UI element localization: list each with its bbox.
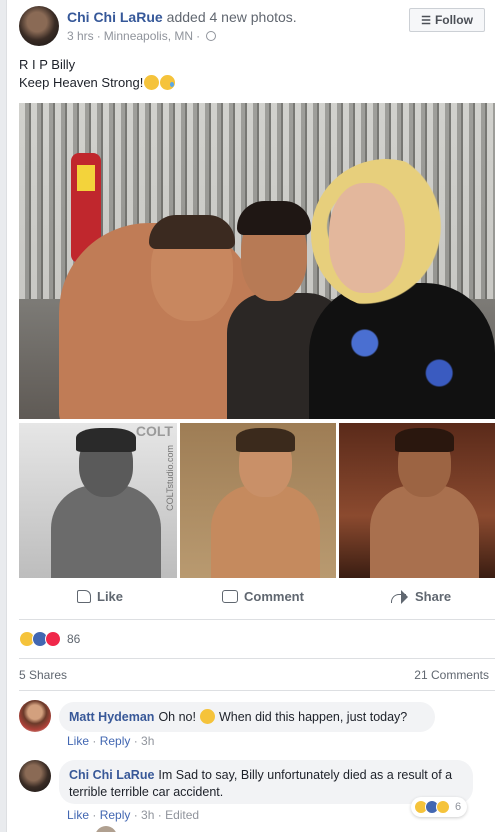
photo-person-middle-hair <box>237 201 311 235</box>
divider <box>19 690 495 691</box>
post-meta: 3 hrs · Minneapolis, MN · <box>67 29 217 43</box>
commenter-name[interactable]: Matt Hydeman <box>69 710 154 724</box>
comment-text: Oh no! <box>158 710 196 724</box>
like-button[interactable]: Like <box>77 589 123 604</box>
follow-label: Follow <box>434 13 473 27</box>
post-photo-thumb-3[interactable] <box>339 423 495 578</box>
photo-watermark: COLT <box>135 423 173 439</box>
comment-reply-link[interactable]: Reply <box>100 808 131 822</box>
share-arrow-icon <box>391 589 409 604</box>
thumb-figure-body <box>370 485 480 578</box>
reaction-count: 86 <box>67 632 81 646</box>
thumbs-up-icon <box>77 590 91 603</box>
comment-time[interactable]: 3h <box>141 734 154 748</box>
post-actions-bar: Like Comment Share <box>19 585 489 613</box>
share-label: Share <box>415 589 452 604</box>
comment-time[interactable]: 3h <box>141 808 154 822</box>
comment-bubble: Chi Chi LaRue Im Sad to say, Billy unfort… <box>59 760 473 804</box>
post-text: R I P Billy Keep Heaven Strong! <box>19 56 176 92</box>
post-photo-thumb-2[interactable] <box>180 423 336 578</box>
post-text-line2: Keep Heaven Strong! <box>19 75 144 90</box>
photo-person-right-head <box>329 183 405 293</box>
comment-text-continued: When did this happen, just today? <box>218 710 408 724</box>
photo-extinguisher-tag <box>77 165 95 191</box>
post-text-line1: R I P Billy <box>19 57 76 72</box>
photo-person-left-hair <box>149 215 235 249</box>
thumb-figure-body <box>50 485 162 578</box>
divider <box>19 619 495 620</box>
thumb-figure-hair <box>75 427 136 453</box>
post-text-line2-row: Keep Heaven Strong! <box>19 74 176 92</box>
meta-separator: · <box>96 29 101 43</box>
shares-count[interactable]: 5 Shares <box>19 668 67 682</box>
comment-meta: Like · Reply · 3h · Edited <box>67 808 200 822</box>
globe-icon[interactable] <box>206 31 217 41</box>
commenter-avatar[interactable] <box>19 700 51 732</box>
commenter-avatar[interactable] <box>95 826 117 832</box>
share-button[interactable]: Share <box>391 589 451 604</box>
commenter-name[interactable]: Chi Chi LaRue <box>69 768 154 782</box>
post-location[interactable]: Minneapolis, MN <box>104 29 193 43</box>
divider <box>19 658 495 659</box>
comment-bubble: Matt Hydeman Oh no! When did this happen,… <box>59 702 435 732</box>
comment-label: Comment <box>244 589 304 604</box>
commenter-avatar[interactable] <box>19 760 51 792</box>
post-card: Chi Chi LaRue added 4 new photos. 3 hrs · M… <box>6 0 495 832</box>
post-photo-thumb-1[interactable]: COLT COLTstudio.com <box>19 423 177 578</box>
comment-like-link[interactable]: Like <box>67 808 89 822</box>
comment-like-link[interactable]: Like <box>67 734 89 748</box>
photo-watermark-url: COLTstudio.com <box>165 445 175 511</box>
follow-button[interactable]: ☰ Follow <box>409 8 485 32</box>
post-time[interactable]: 3 hrs <box>67 29 94 43</box>
reactions-summary[interactable]: 86 <box>19 630 80 648</box>
comment-reaction-count: 6 <box>455 801 462 813</box>
love-icon <box>45 631 61 647</box>
wow-icon <box>436 800 450 814</box>
comment-button[interactable]: Comment <box>222 589 304 604</box>
relieved-face-emoji-icon <box>200 709 216 724</box>
rss-icon: ☰ <box>421 14 431 27</box>
comment-reply-link[interactable]: Reply <box>100 734 131 748</box>
like-label: Like <box>97 589 124 604</box>
author-name-link[interactable]: Chi Chi LaRue <box>67 9 163 25</box>
thumb-figure-hair <box>395 427 455 453</box>
thumb-figure-body <box>211 485 321 578</box>
post-action-text: added 4 new photos. <box>166 9 297 25</box>
post-header: Chi Chi LaRue added 4 new photos. 3 hrs · M… <box>19 6 489 50</box>
author-avatar[interactable] <box>19 6 59 46</box>
post-author-line: Chi Chi LaRue added 4 new photos. <box>67 9 297 25</box>
thumb-figure-hair <box>236 427 296 453</box>
relieved-face-emoji-icon <box>144 75 160 90</box>
comment-meta: Like · Reply · 3h <box>67 734 155 748</box>
post-photo-main[interactable] <box>19 103 495 419</box>
crying-face-emoji-icon <box>160 75 176 90</box>
comment-edited[interactable]: Edited <box>165 808 199 822</box>
comment-reactions[interactable]: 6 <box>411 797 468 817</box>
meta-separator: · <box>196 29 201 43</box>
speech-bubble-icon <box>222 590 238 603</box>
comments-count[interactable]: 21 Comments <box>414 668 489 682</box>
